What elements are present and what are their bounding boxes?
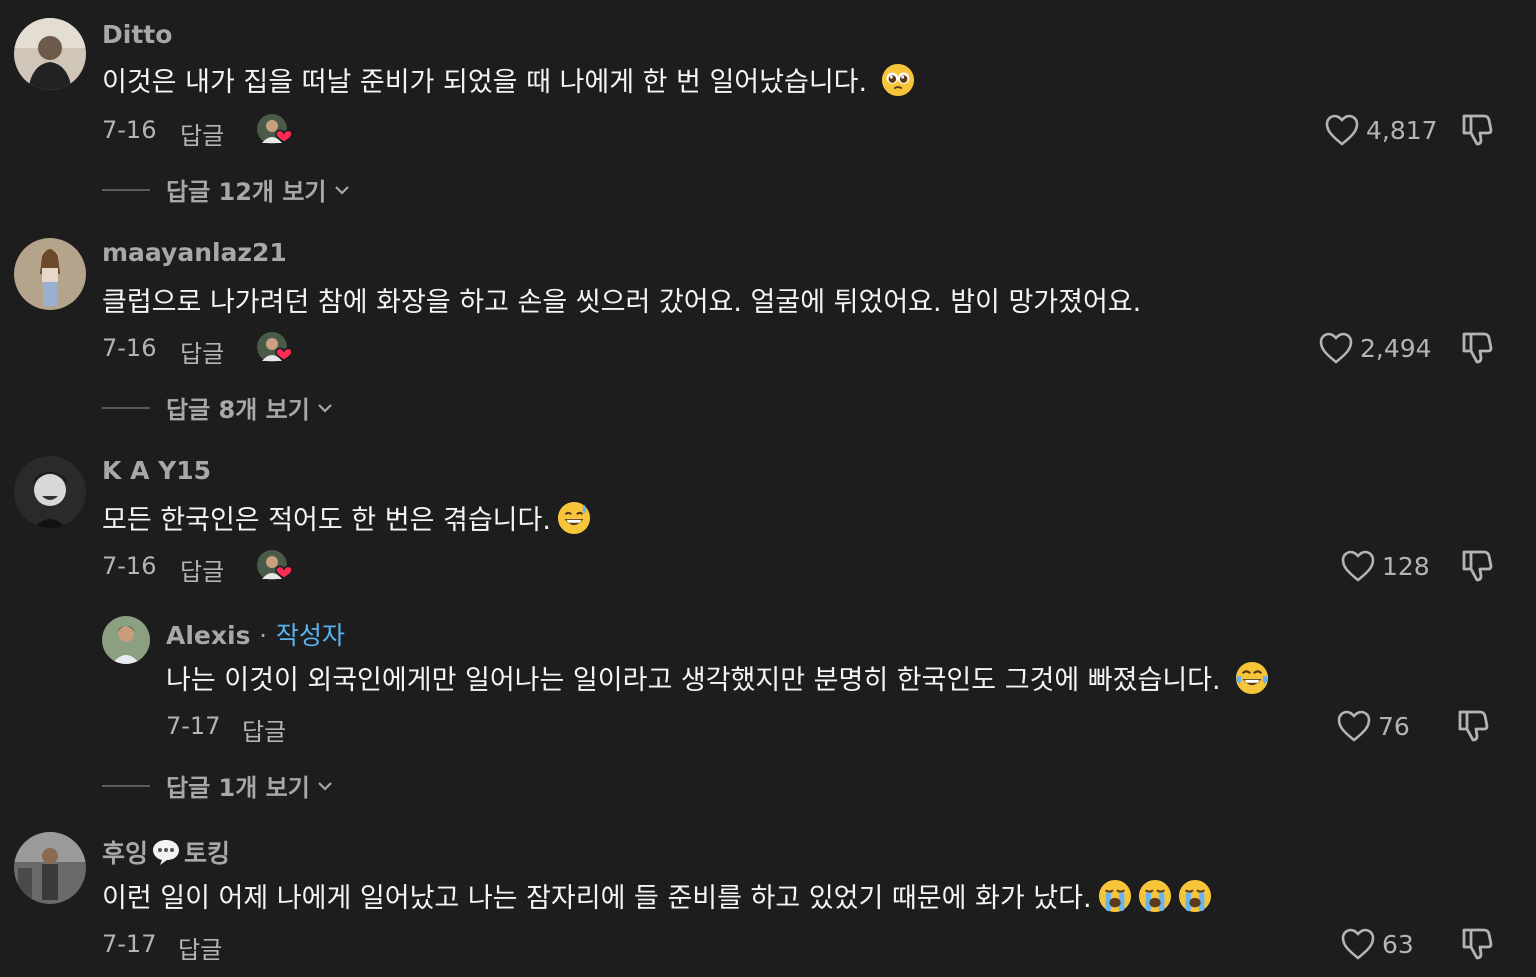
loudly-crying-face-icon	[1138, 879, 1172, 913]
comment-text-content: 이것은 내가 집을 떠날 준비가 되었을 때 나에게 한 번 일어났습니다.	[102, 67, 868, 98]
pleading-face-icon	[881, 63, 915, 97]
view-replies-button[interactable]: 답글 8개 보기	[102, 390, 334, 425]
like-count: 63	[1382, 929, 1414, 959]
thumbs-down-icon	[1462, 928, 1493, 960]
comments-page: Ditto 이것은 내가 집을 떠날 준비가 되었을 때 나에게 한 번 일어났…	[0, 0, 1536, 977]
dislike-button[interactable]	[1458, 110, 1496, 148]
view-replies-button[interactable]: 답글 1개 보기	[102, 768, 334, 803]
author-tag: 작성자	[275, 621, 345, 650]
reply-username-row: Alexis · 작성자	[166, 616, 345, 652]
avatar[interactable]	[102, 616, 150, 664]
avatar[interactable]	[14, 456, 86, 528]
dislike-button[interactable]	[1454, 706, 1492, 744]
comment-text-content: 모든 한국인은 적어도 한 번은 겪습니다.	[102, 505, 551, 536]
view-replies-button[interactable]: 답글 12개 보기	[102, 172, 351, 207]
like-count: 128	[1382, 551, 1430, 581]
like-button[interactable]: 128	[1340, 549, 1430, 583]
view-replies-label: 답글 1개 보기	[166, 774, 310, 802]
like-count: 2,494	[1360, 333, 1432, 363]
reply-button[interactable]: 답글	[180, 116, 224, 151]
comment-date: 7-16	[102, 116, 157, 144]
dislike-button[interactable]	[1458, 546, 1496, 584]
loudly-crying-face-icon	[1098, 879, 1132, 913]
chevron-down-icon	[318, 403, 332, 413]
reply-button[interactable]: 답글	[180, 334, 224, 369]
thumbs-down-icon	[1462, 114, 1493, 146]
tears-of-joy-face-icon	[1235, 661, 1269, 695]
separator-dot: ·	[259, 621, 268, 650]
reply-button[interactable]: 답글	[178, 930, 222, 965]
grinning-sweat-face-icon	[557, 501, 591, 535]
thumbs-down-icon	[1462, 550, 1493, 582]
like-button[interactable]: 2,494	[1318, 331, 1432, 365]
comment-username[interactable]: 후잉 토킹	[102, 834, 230, 870]
divider-line	[102, 784, 150, 787]
divider-line	[102, 188, 150, 191]
like-button[interactable]: 63	[1340, 927, 1414, 961]
comment-username[interactable]: K A Y15	[102, 456, 211, 485]
comment-date: 7-17	[102, 930, 157, 958]
heart-icon	[1341, 550, 1375, 582]
like-button[interactable]: 4,817	[1324, 113, 1438, 147]
loudly-crying-face-icon	[1178, 879, 1212, 913]
comment-date: 7-16	[102, 552, 157, 580]
divider-line	[102, 406, 150, 409]
thumbs-down-icon	[1462, 332, 1493, 364]
comment-text: 이것은 내가 집을 떠날 준비가 되었을 때 나에게 한 번 일어났습니다.	[102, 60, 915, 99]
reply-date: 7-17	[166, 712, 221, 740]
speech-bubble-icon	[150, 837, 182, 867]
chevron-down-icon	[334, 185, 349, 195]
avatar[interactable]	[14, 832, 86, 904]
reply-button[interactable]: 답글	[180, 552, 224, 587]
reply-text: 나는 이것이 외국인에게만 일어나는 일이라고 생각했지만 분명히 한국인도 그…	[166, 658, 1269, 697]
view-replies-label: 답글 12개 보기	[166, 178, 327, 206]
comment-date: 7-16	[102, 334, 157, 362]
like-count: 4,817	[1366, 115, 1438, 145]
avatar[interactable]	[14, 18, 86, 90]
comment-text: 모든 한국인은 적어도 한 번은 겪습니다.	[102, 498, 591, 537]
reply-username[interactable]: Alexis	[166, 621, 250, 650]
comment-username[interactable]: Ditto	[102, 20, 172, 49]
creator-liked-badge	[256, 113, 292, 149]
comment-text: 클럽으로 나가려던 참에 화장을 하고 손을 씻으러 갔어요. 얼굴에 튀었어요…	[102, 280, 1141, 319]
creator-liked-badge	[256, 549, 292, 585]
heart-icon	[1337, 710, 1371, 742]
chevron-down-icon	[318, 781, 332, 791]
creator-liked-badge	[256, 331, 292, 367]
dislike-button[interactable]	[1458, 924, 1496, 962]
avatar[interactable]	[14, 238, 86, 310]
view-replies-label: 답글 8개 보기	[166, 396, 310, 424]
reply-button[interactable]: 답글	[242, 712, 286, 747]
heart-icon	[1341, 928, 1375, 960]
comment-username[interactable]: maayanlaz21	[102, 238, 287, 267]
comment-text: 이런 일이 어제 나에게 일어났고 나는 잠자리에 들 준비를 하고 있었기 때…	[102, 876, 1212, 915]
comment-text-content: 클럽으로 나가려던 참에 화장을 하고 손을 씻으러 갔어요. 얼굴에 튀었어요…	[102, 287, 1142, 318]
heart-icon	[1319, 332, 1353, 364]
reply-text-content: 나는 이것이 외국인에게만 일어나는 일이라고 생각했지만 분명히 한국인도 그…	[166, 665, 1221, 696]
like-button[interactable]: 76	[1336, 709, 1410, 743]
like-count: 76	[1378, 711, 1410, 741]
dislike-button[interactable]	[1458, 328, 1496, 366]
heart-icon	[1325, 114, 1359, 146]
username-part: 토킹	[184, 839, 231, 868]
username-part: 후잉	[102, 839, 149, 868]
thumbs-down-icon	[1458, 710, 1489, 742]
comment-text-content: 이런 일이 어제 나에게 일어났고 나는 잠자리에 들 준비를 하고 있었기 때…	[102, 883, 1092, 914]
